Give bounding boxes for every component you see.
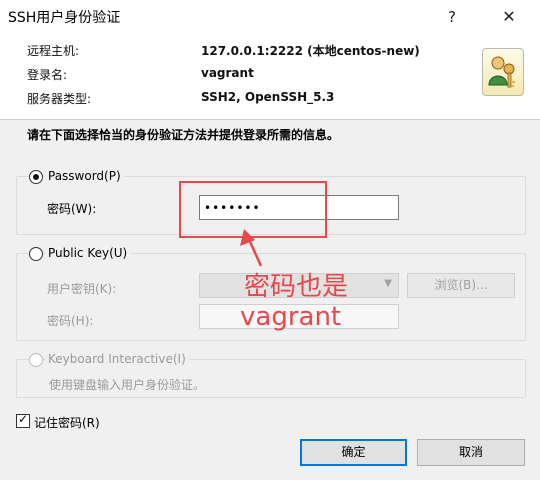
window-title: SSH用户身份验证 [8, 10, 121, 26]
close-button[interactable]: ✕ [486, 3, 532, 31]
password-method-label[interactable]: Password(P) [45, 169, 124, 183]
remember-password-checkbox[interactable]: ✓ [16, 412, 30, 428]
server-type-label: 服务器类型: [27, 92, 92, 106]
check-icon: ✓ [18, 412, 29, 426]
host-value: 127.0.0.1:2222 (本地centos-new) [201, 44, 420, 58]
server-type-value: SSH2, OpenSSH_5.3 [201, 90, 335, 104]
login-label: 登录名: [27, 68, 68, 82]
passphrase-label: 密码(H): [47, 314, 94, 328]
ok-label: 确定 [341, 445, 366, 459]
keyboard-interactive-description: 使用键盘输入用户身份验证。 [49, 378, 206, 392]
keyboard-interactive-radio[interactable] [29, 353, 43, 367]
annotation-line-2: vagrant [240, 302, 342, 332]
public-key-radio[interactable] [29, 247, 43, 261]
cancel-button[interactable]: 取消 [417, 439, 525, 466]
host-label: 远程主机: [27, 44, 80, 58]
login-value: vagrant [201, 66, 254, 80]
password-radio[interactable] [29, 170, 43, 184]
chevron-down-icon: ▼ [384, 278, 392, 289]
annotation-line-1: 密码也是 [244, 272, 349, 302]
public-key-method-label[interactable]: Public Key(U) [45, 246, 131, 260]
instruction-text: 请在下面选择恰当的身份验证方法并提供登录所需的信息。 [27, 128, 340, 142]
user-key-icon [482, 48, 524, 96]
password-label: 密码(W): [47, 202, 97, 216]
keyboard-interactive-label[interactable]: Keyboard Interactive(I) [45, 352, 189, 366]
ok-button[interactable]: 确定 [300, 439, 407, 466]
help-button[interactable]: ? [432, 3, 472, 31]
cancel-label: 取消 [458, 445, 483, 459]
user-key-label: 用户密钥(K): [47, 282, 117, 296]
title-bar: SSH用户身份验证 ? ✕ [0, 0, 540, 34]
browse-button[interactable]: 浏览(B)... [407, 273, 515, 298]
remember-password-label[interactable]: 记住密码(R) [34, 414, 100, 431]
browse-label: 浏览(B)... [434, 278, 488, 292]
